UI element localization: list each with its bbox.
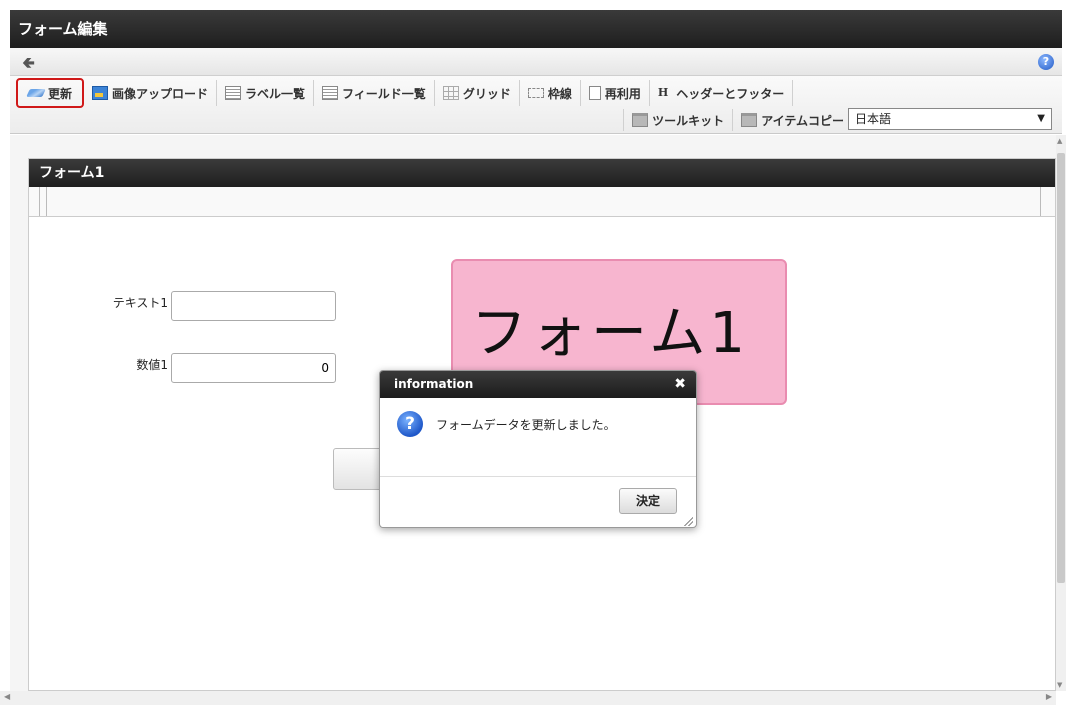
label-list-label: ラベル一覧 xyxy=(245,86,306,101)
toolkit-icon xyxy=(632,113,649,127)
toolkit-icon xyxy=(741,113,758,127)
item-copy-label: アイテムコピー xyxy=(761,113,844,128)
horizontal-scrollbar[interactable]: ◀ ▶ xyxy=(0,691,1056,705)
update-label: 更新 xyxy=(48,86,73,101)
dialog-footer: 決定 xyxy=(380,476,696,527)
scroll-up-icon[interactable]: ▲ xyxy=(1057,137,1062,145)
ok-button[interactable]: 決定 xyxy=(619,488,677,514)
toolbar: 更新 画像アップロード ラベル一覧 フィールド一覧 グリッド 枠線 再利用 H xyxy=(10,76,1062,134)
close-icon[interactable]: ✖ xyxy=(674,371,686,398)
arrow-left-icon[interactable]: 🢀 xyxy=(22,52,35,79)
scroll-left-icon[interactable]: ◀ xyxy=(4,692,10,701)
language-select[interactable]: 日本語 ▼ xyxy=(848,108,1052,130)
scroll-down-icon[interactable]: ▼ xyxy=(1057,681,1062,689)
grid-icon xyxy=(442,86,459,100)
dialog-message: フォームデータを更新しました。 xyxy=(436,418,616,432)
item-copy-button[interactable]: アイテムコピー xyxy=(732,109,852,131)
header-footer-button[interactable]: H ヘッダーとフッター xyxy=(650,80,794,106)
dialog-title-bar[interactable]: information ✖ xyxy=(380,371,696,398)
info-dialog: information ✖ ? フォームデータを更新しました。 決定 xyxy=(379,370,697,528)
dialog-title: information xyxy=(394,377,474,391)
toolkit-label: ツールキット xyxy=(652,113,725,128)
question-icon: ? xyxy=(397,411,423,437)
field-list-label: フィールド一覧 xyxy=(342,86,426,101)
number1-input[interactable] xyxy=(171,353,336,383)
update-icon xyxy=(26,89,46,97)
number1-label: 数値1 xyxy=(136,358,168,372)
help-icon[interactable]: ? xyxy=(1038,54,1054,70)
form-title: フォーム1 xyxy=(29,159,1055,187)
dialog-body: ? フォームデータを更新しました。 xyxy=(380,398,696,476)
toolkit-button[interactable]: ツールキット xyxy=(623,109,732,131)
resize-grip-icon[interactable] xyxy=(683,516,693,526)
chevron-down-icon: ▼ xyxy=(1037,113,1045,124)
frame-icon xyxy=(527,88,544,98)
scroll-right-icon[interactable]: ▶ xyxy=(1046,692,1052,701)
toolbar-row-1: 更新 画像アップロード ラベル一覧 フィールド一覧 グリッド 枠線 再利用 H xyxy=(10,78,794,108)
document-icon xyxy=(585,86,601,103)
header-icon: H xyxy=(657,86,669,99)
image-upload-icon xyxy=(92,86,109,100)
reuse-button[interactable]: 再利用 xyxy=(581,80,650,106)
label-list-button[interactable]: ラベル一覧 xyxy=(217,80,315,106)
scrollbar-thumb[interactable] xyxy=(1057,153,1065,583)
header-footer-label: ヘッダーとフッター xyxy=(676,86,785,101)
text1-input[interactable] xyxy=(171,291,336,321)
frame-button[interactable]: 枠線 xyxy=(520,80,581,106)
nav-bar: 🢀 ? xyxy=(10,48,1062,76)
window-title: フォーム編集 xyxy=(10,10,1062,48)
grid-button[interactable]: グリッド xyxy=(435,80,520,106)
text1-label: テキスト1 xyxy=(112,296,168,310)
toolbar-row-2: ツールキット アイテムコピー xyxy=(623,108,852,132)
image-upload-button[interactable]: 画像アップロード xyxy=(84,80,218,106)
language-value: 日本語 xyxy=(855,112,892,126)
form-header-area[interactable] xyxy=(29,187,1055,217)
list-icon xyxy=(225,86,242,100)
field-list-button[interactable]: フィールド一覧 xyxy=(314,80,435,106)
frame-label: 枠線 xyxy=(547,86,572,101)
grid-label: グリッド xyxy=(462,86,511,101)
reuse-label: 再利用 xyxy=(604,86,641,101)
image-upload-label: 画像アップロード xyxy=(112,86,209,101)
update-button[interactable]: 更新 xyxy=(16,78,85,108)
list-icon xyxy=(322,86,339,100)
vertical-scrollbar[interactable]: ▲ ▼ xyxy=(1056,135,1066,691)
